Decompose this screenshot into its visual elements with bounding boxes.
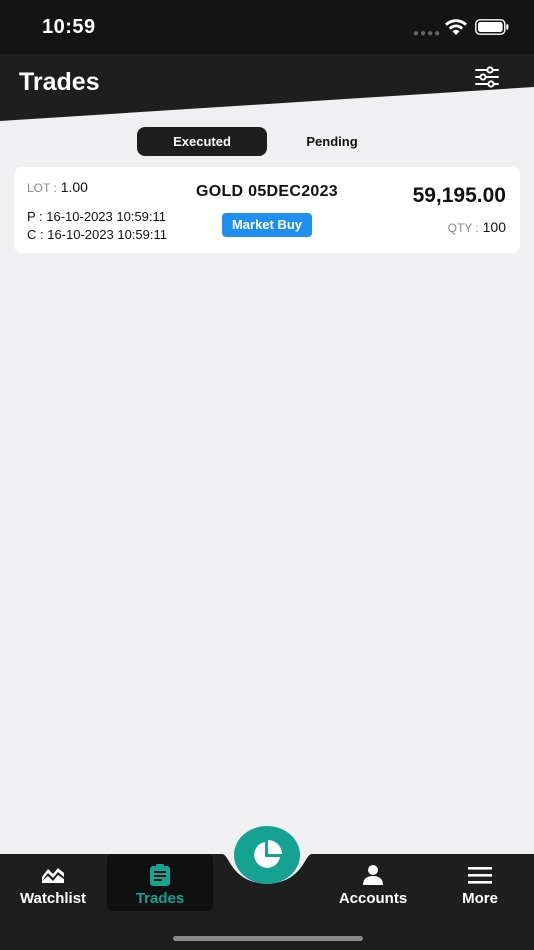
trade-price: 59,195.00 [412,184,506,207]
filter-sliders-icon[interactable] [474,66,500,88]
clipboard-icon [150,864,170,886]
nav-accounts-label: Accounts [338,890,408,907]
battery-icon [475,19,509,35]
trade-status-tabs: Executed Pending [137,127,399,156]
tab-executed[interactable]: Executed [137,127,267,156]
home-indicator[interactable] [173,936,363,941]
placed-time: P : 16-10-2023 10:59:11 [27,209,167,224]
chart-icon [42,868,64,883]
nav-trades-label: Trades [135,890,185,907]
user-icon [363,865,383,885]
bottom-nav: Watchlist Trades Accounts More [0,822,534,950]
qty-info: QTY : 100 [448,219,506,235]
signal-dots-icon: ●●●● [413,28,442,39]
nav-trades[interactable]: Trades [107,854,213,911]
status-bar: 10:59 ●●●● [0,0,534,54]
lot-label: LOT : [27,181,57,195]
lot-value: 1.00 [60,179,88,195]
qty-value: 100 [482,219,506,235]
order-type-badge: Market Buy [222,213,312,237]
nav-watchlist[interactable]: Watchlist [8,854,98,912]
nav-more-label: More [462,890,498,907]
header: Trades [0,54,534,124]
pie-chart-icon [254,840,282,868]
tab-pending[interactable]: Pending [267,127,397,156]
lot-info: LOT : 1.00 [27,179,88,195]
portfolio-fab-button[interactable] [234,826,300,884]
trade-card[interactable]: LOT : 1.00 P : 16-10-2023 10:59:11 C : 1… [14,167,520,253]
trade-symbol: GOLD 05DEC2023 [195,183,339,200]
status-time: 10:59 [42,16,96,38]
page-title: Trades [19,68,100,96]
nav-accounts[interactable]: Accounts [328,854,418,912]
qty-label: QTY : [447,221,479,235]
wifi-icon [445,19,467,35]
completed-time: C : 16-10-2023 10:59:11 [27,227,167,242]
nav-more[interactable]: More [440,854,520,912]
menu-icon [468,867,492,884]
nav-watchlist-label: Watchlist [19,890,87,907]
